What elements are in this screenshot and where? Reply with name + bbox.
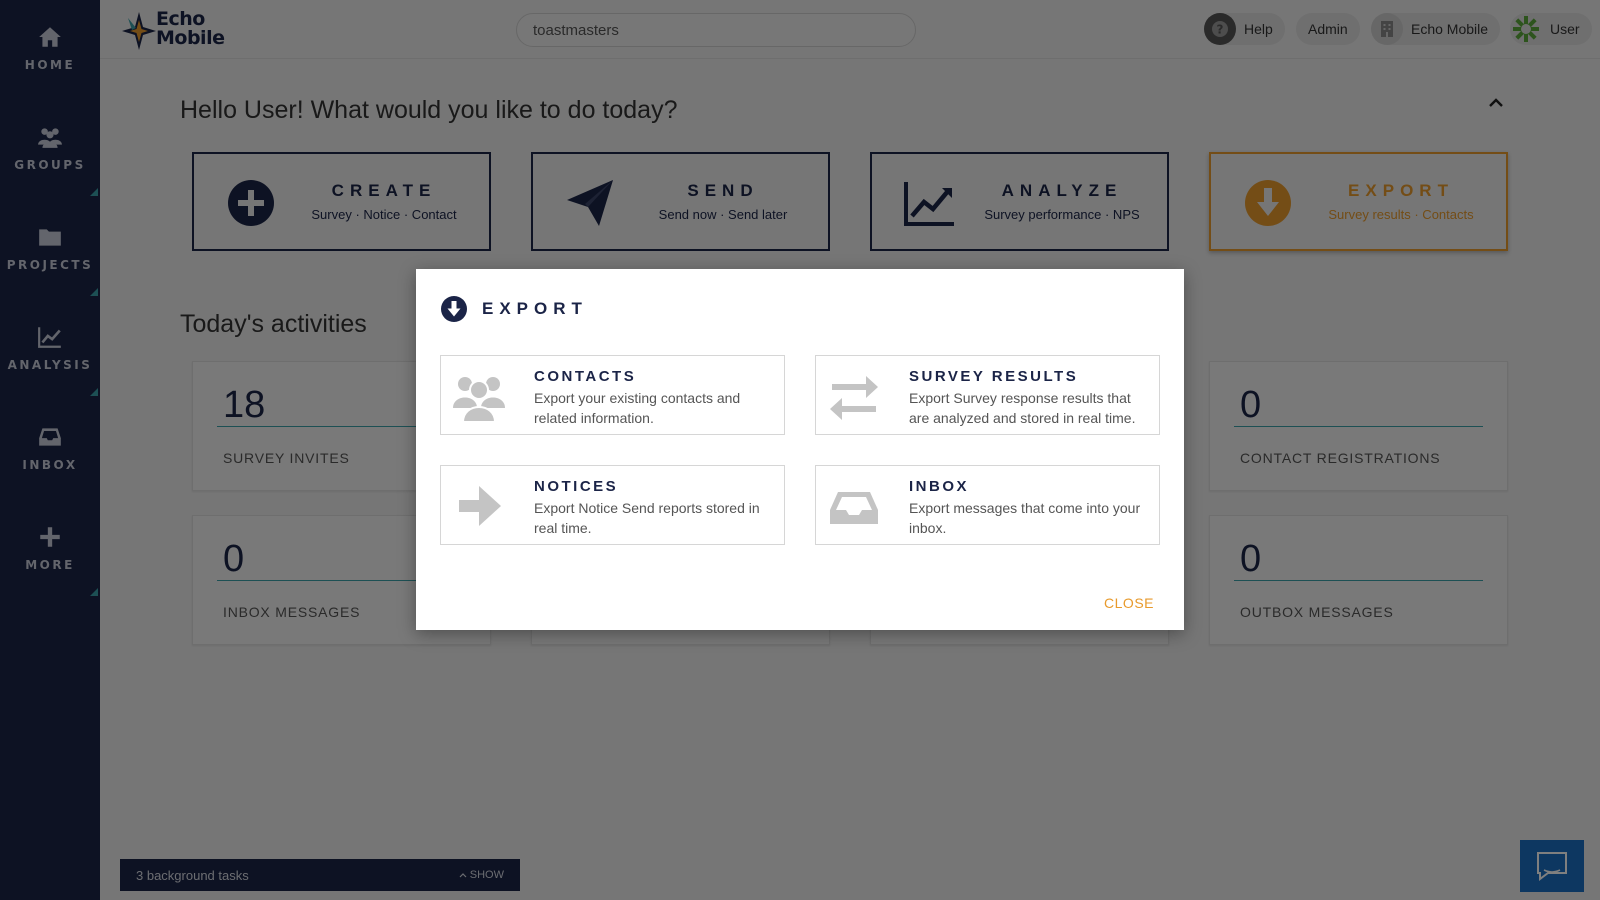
users-icon	[453, 377, 505, 423]
export-inbox-option[interactable]: INBOX Export messages that come into you…	[815, 465, 1160, 545]
arrow-down-circle-icon	[441, 296, 467, 322]
modal-title: EXPORT	[482, 299, 588, 318]
option-description: Export messages that come into your inbo…	[909, 500, 1141, 536]
option-description: Export your existing contacts and relate…	[534, 390, 741, 426]
option-description: Export Survey response results that are …	[909, 390, 1136, 426]
option-title: NOTICES	[534, 478, 619, 495]
inbox-icon	[830, 492, 878, 524]
export-survey-results-option[interactable]: SURVEY RESULTS Export Survey response re…	[815, 355, 1160, 435]
exchange-arrows-icon	[830, 376, 878, 420]
option-title: SURVEY RESULTS	[909, 368, 1079, 385]
export-contacts-option[interactable]: CONTACTS Export your existing contacts a…	[440, 355, 785, 435]
close-button[interactable]: CLOSE	[1104, 595, 1154, 611]
option-title: CONTACTS	[534, 368, 637, 385]
export-notices-option[interactable]: NOTICES Export Notice Send reports store…	[440, 465, 785, 545]
option-description: Export Notice Send reports stored in rea…	[534, 500, 760, 536]
arrow-right-icon	[459, 486, 501, 526]
modal-header: EXPORT	[440, 295, 588, 323]
export-modal: EXPORT CONTACTS Export your existing con…	[416, 269, 1184, 630]
option-title: INBOX	[909, 478, 970, 495]
